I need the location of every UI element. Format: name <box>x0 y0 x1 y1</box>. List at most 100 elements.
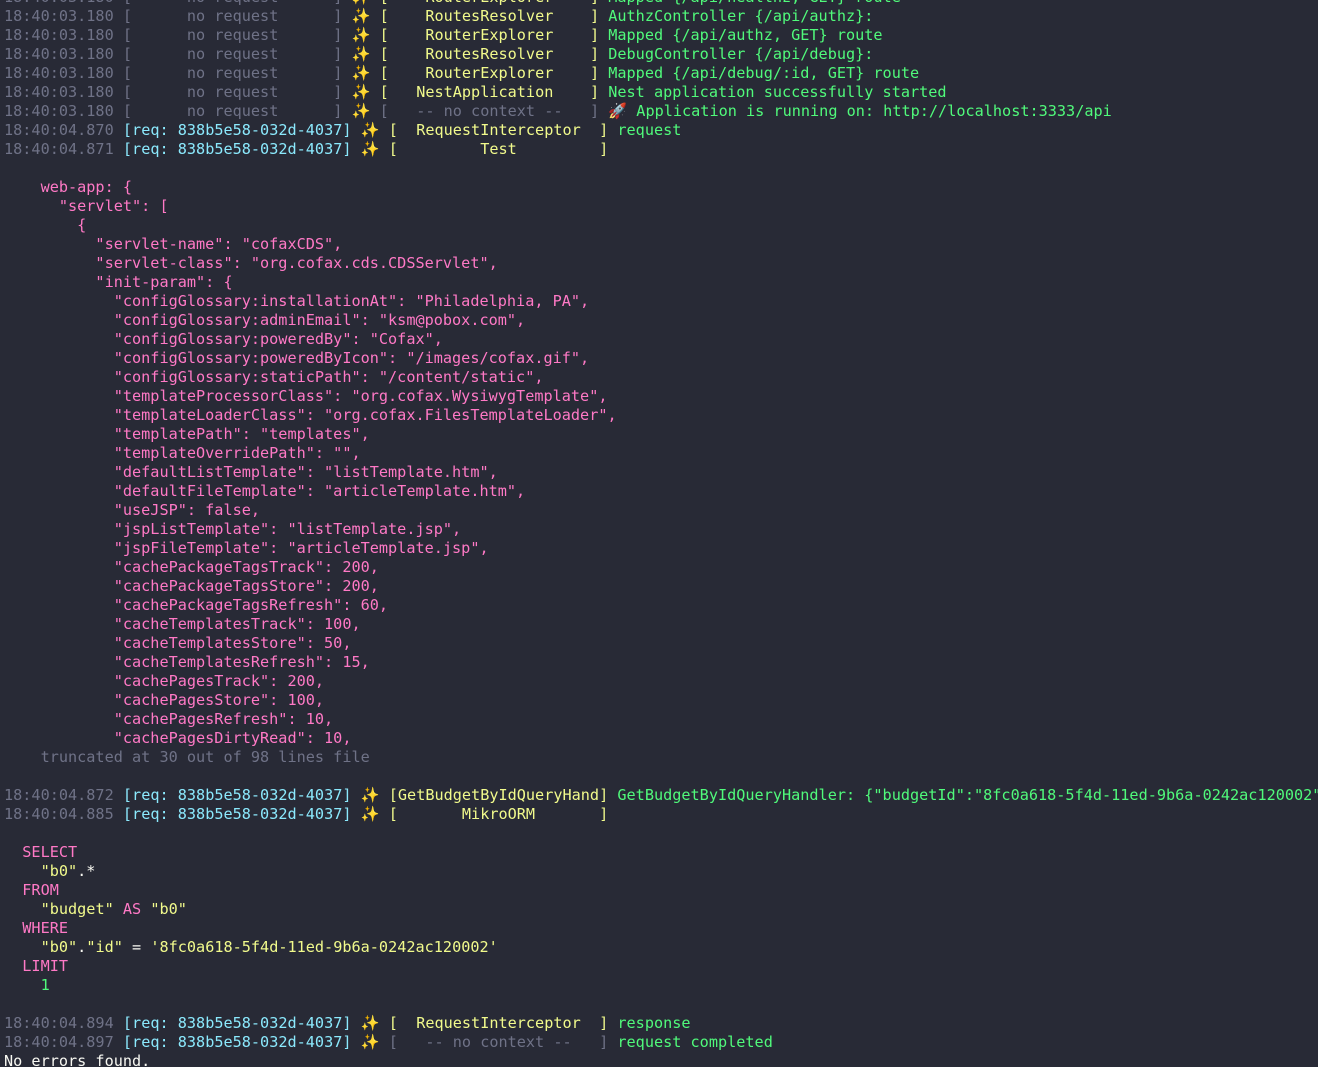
log-request-id: req: 838b5e58-032d-4037 <box>132 140 343 158</box>
json-text: "cachePackageTagsStore": 200, <box>4 577 379 595</box>
bracket-close: ] <box>342 121 352 139</box>
sql-keyword-where: WHERE <box>4 919 69 937</box>
log-timestamp: 18:40:03.180 <box>4 64 114 82</box>
bracket-close: ] <box>589 64 600 82</box>
log-message: 🚀 Application is running on: http://loca… <box>608 102 1112 120</box>
json-line: "useJSP": false, <box>4 501 1318 520</box>
json-text: "cachePagesTrack": 200, <box>4 672 325 690</box>
bracket-open: [ <box>122 1033 133 1051</box>
sql-keyword-select: SELECT <box>4 843 78 861</box>
bracket-open: [ <box>122 805 133 823</box>
json-text: "cachePackageTagsRefresh": 60, <box>4 596 389 614</box>
json-line: "servlet-name": "cofaxCDS", <box>4 235 1318 254</box>
log-timestamp: 18:40:04.872 <box>4 786 114 804</box>
sparkle-icon: ✨ <box>360 786 380 804</box>
json-text: "configGlossary:staticPath": "/content/s… <box>4 368 544 386</box>
json-line: "configGlossary:poweredBy": "Cofax", <box>4 330 1318 349</box>
truncated-note: truncated at 30 out of 98 lines file <box>4 748 1318 767</box>
json-line: "configGlossary:adminEmail": "ksm@pobox.… <box>4 311 1318 330</box>
json-line: "servlet-class": "org.cofax.cds.CDSServl… <box>4 254 1318 273</box>
json-line: "cachePackageTagsTrack": 200, <box>4 558 1318 577</box>
json-text: "templateProcessorClass": "org.cofax.Wys… <box>4 387 608 405</box>
sql-line: "budget" AS "b0" <box>4 900 1318 919</box>
bracket-close: ] <box>333 7 343 25</box>
sparkle-icon: ✨ <box>351 64 371 82</box>
json-text: "cacheTemplatesStore": 50, <box>4 634 352 652</box>
log-context: MikroORM <box>397 805 600 823</box>
json-text: "servlet-class": "org.cofax.cds.CDSServl… <box>4 254 498 272</box>
json-text: "defaultListTemplate": "listTemplate.htm… <box>4 463 498 481</box>
bracket-close: ] <box>599 805 609 823</box>
bracket-close: ] <box>333 45 343 63</box>
json-line: "cacheTemplatesStore": 50, <box>4 634 1318 653</box>
log-line: 18:40:04.894 [req: 838b5e58-032d-4037] ✨… <box>4 1014 1318 1033</box>
bracket-open: [ <box>122 7 133 25</box>
json-text: "configGlossary:installationAt": "Philad… <box>4 292 590 310</box>
log-request-id: req: 838b5e58-032d-4037 <box>132 1014 343 1032</box>
json-line: "templatePath": "templates", <box>4 425 1318 444</box>
bracket-close: ] <box>599 1033 609 1051</box>
log-message: AuthzController {/api/authz}: <box>608 7 874 25</box>
json-line: "init-param": { <box>4 273 1318 292</box>
log-request-id: req: 838b5e58-032d-4037 <box>132 1033 343 1051</box>
bracket-open: [ <box>379 102 389 120</box>
bracket-close: ] <box>599 786 609 804</box>
bracket-open: [ <box>122 26 133 44</box>
log-message: Mapped {/api/debug/:id, GET} route <box>608 64 920 82</box>
log-context: -- no context -- <box>388 102 590 120</box>
json-line: "cachePagesDirtyRead": 10, <box>4 729 1318 748</box>
bracket-close: ] <box>599 140 609 158</box>
sql-alias: "b0" <box>40 938 78 956</box>
bracket-open: [ <box>379 45 389 63</box>
bracket-close: ] <box>342 1014 352 1032</box>
json-line: "defaultListTemplate": "listTemplate.htm… <box>4 463 1318 482</box>
json-text: "configGlossary:poweredByIcon": "/images… <box>4 349 590 367</box>
log-timestamp: 18:40:03.180 <box>4 26 114 44</box>
sql-star: .* <box>77 862 96 880</box>
json-text: "defaultFileTemplate": "articleTemplate.… <box>4 482 526 500</box>
json-line: web-app: { <box>4 178 1318 197</box>
log-context: RequestInterceptor <box>397 1014 600 1032</box>
sparkle-icon: ✨ <box>360 140 380 158</box>
bracket-close: ] <box>590 0 599 6</box>
json-line: "cachePagesRefresh": 10, <box>4 710 1318 729</box>
log-context: RouterExplorer <box>389 0 590 6</box>
log-request-id: no request <box>132 7 334 25</box>
bracket-close: ] <box>333 0 342 6</box>
sql-line: WHERE <box>4 919 1318 938</box>
json-text: "cachePackageTagsTrack": 200, <box>4 558 379 576</box>
sql-operator: = <box>122 938 151 956</box>
bracket-close: ] <box>589 45 600 63</box>
json-text: "configGlossary:poweredBy": "Cofax", <box>4 330 443 348</box>
bracket-open: [ <box>388 1033 398 1051</box>
terminal-window[interactable]: 18:40:03.180 [ no request ] ✨ [ RouterEx… <box>0 0 1318 1067</box>
bracket-close: ] <box>342 1033 352 1051</box>
log-timestamp: 18:40:03.180 <box>4 0 114 6</box>
json-text: web-app: { <box>4 178 133 196</box>
log-context: RouterExplorer <box>388 26 590 44</box>
log-request-id: no request <box>132 45 334 63</box>
json-text: "templatePath": "templates", <box>4 425 370 443</box>
sql-keyword-as: AS <box>122 900 142 918</box>
sparkle-icon: ✨ <box>351 83 371 101</box>
log-request-id: req: 838b5e58-032d-4037 <box>132 121 343 139</box>
log-message: response <box>617 1014 691 1032</box>
log-line: 18:40:04.885 [req: 838b5e58-032d-4037] ✨… <box>4 805 1318 824</box>
sparkle-icon: ✨ <box>351 7 371 25</box>
log-line: 18:40:03.180 [ no request ] ✨ [ -- no co… <box>4 102 1318 121</box>
sparkle-icon: ✨ <box>352 0 371 6</box>
sql-dot: . <box>77 938 87 956</box>
log-timestamp: 18:40:04.871 <box>4 140 114 158</box>
bracket-open: [ <box>388 121 398 139</box>
bracket-close: ] <box>599 1014 609 1032</box>
log-message: Nest application successfully started <box>608 83 947 101</box>
log-request-id: no request <box>132 0 333 6</box>
bracket-close: ] <box>589 26 600 44</box>
json-line: "cacheTemplatesRefresh": 15, <box>4 653 1318 672</box>
json-text: "useJSP": false, <box>4 501 261 519</box>
bracket-open: [ <box>388 1014 398 1032</box>
sql-line: SELECT <box>4 843 1318 862</box>
